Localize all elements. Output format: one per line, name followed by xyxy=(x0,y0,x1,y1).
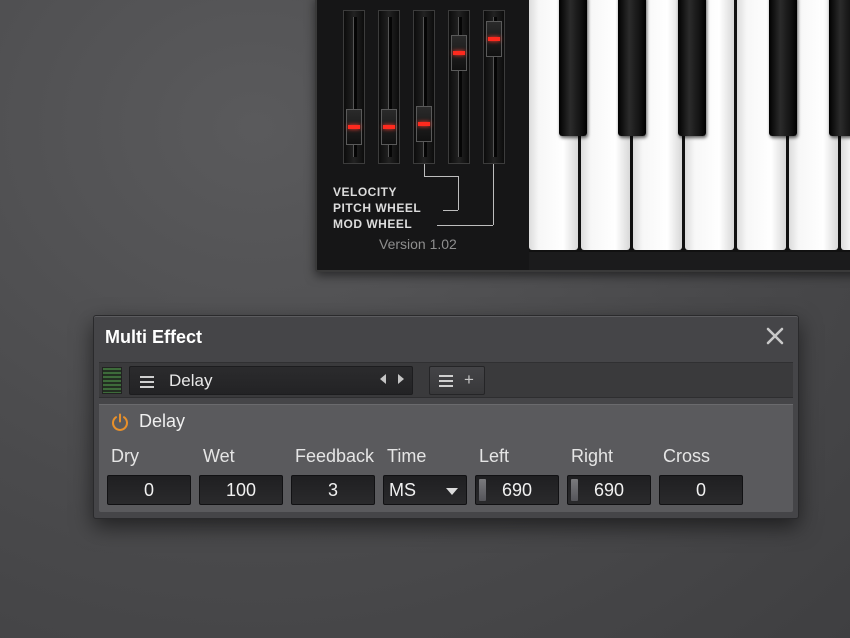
version-label: Version 1.02 xyxy=(379,236,457,252)
hamburger-icon[interactable] xyxy=(140,376,154,388)
window-title: Multi Effect xyxy=(105,327,202,347)
slider-3[interactable] xyxy=(413,10,435,164)
mod-wheel-label: MOD WHEEL xyxy=(333,217,413,231)
black-key-1[interactable] xyxy=(559,0,587,136)
slider-pitch-wheel[interactable] xyxy=(483,10,505,164)
time-label: Time xyxy=(387,446,427,466)
level-meter xyxy=(102,367,122,394)
close-icon[interactable] xyxy=(762,322,788,350)
time-unit-select[interactable]: MS xyxy=(383,475,467,505)
wire-velocity-h xyxy=(424,176,458,177)
black-key-2[interactable] xyxy=(618,0,646,136)
slider-pitch-wheel-handle[interactable] xyxy=(486,21,502,57)
right-label: Right xyxy=(571,446,614,466)
wet-field[interactable]: 100 xyxy=(199,475,283,505)
device-name: Delay xyxy=(139,411,186,431)
black-key-3[interactable] xyxy=(678,0,706,136)
wire-velocity-v xyxy=(458,176,459,210)
arrow-left-icon[interactable] xyxy=(374,372,392,390)
wire-velocity-end xyxy=(443,210,458,211)
piano-keyboard xyxy=(529,0,850,252)
slider-velocity-handle[interactable] xyxy=(451,35,467,71)
arrow-right-icon[interactable] xyxy=(392,372,410,390)
slider-bank: VELOCITY PITCH WHEEL MOD WHEEL Version 1… xyxy=(317,0,529,270)
left-label: Left xyxy=(479,446,510,466)
plus-icon: + xyxy=(464,370,474,389)
preset-bar: Delay + xyxy=(99,362,793,398)
delay-device: Delay Dry Wet Feedback Time Left Right C… xyxy=(99,404,793,512)
feedback-field[interactable]: 3 xyxy=(291,475,375,505)
slider-1[interactable] xyxy=(343,10,365,164)
black-key-4[interactable] xyxy=(769,0,797,136)
synth-panel: VELOCITY PITCH WHEEL MOD WHEEL Version 1… xyxy=(315,0,850,272)
wire-pitch-end xyxy=(437,225,493,226)
multi-effect-window: Multi Effect Delay + Delay Dry Wet Feedb… xyxy=(93,315,799,519)
slider-1-handle[interactable] xyxy=(346,109,362,145)
pitch-wheel-label: PITCH WHEEL xyxy=(333,201,422,215)
list-icon xyxy=(439,375,453,387)
preset-selector[interactable]: Delay xyxy=(129,366,413,395)
power-icon[interactable] xyxy=(110,412,130,432)
wet-label: Wet xyxy=(203,446,235,466)
velocity-label: VELOCITY xyxy=(333,185,398,199)
black-key-5[interactable] xyxy=(829,0,850,136)
right-time-field[interactable]: 690 xyxy=(567,475,651,505)
dry-field[interactable]: 0 xyxy=(107,475,191,505)
wire-velocity xyxy=(424,164,425,176)
slider-2[interactable] xyxy=(378,10,400,164)
wire-pitch xyxy=(493,164,494,225)
left-time-field[interactable]: 690 xyxy=(475,475,559,505)
cross-label: Cross xyxy=(663,446,711,466)
preset-name: Delay xyxy=(169,371,213,390)
cross-field[interactable]: 0 xyxy=(659,475,743,505)
slider-2-handle[interactable] xyxy=(381,109,397,145)
time-unit-value: MS xyxy=(389,480,416,500)
add-device-button[interactable]: + xyxy=(429,366,485,395)
chevron-down-icon xyxy=(446,488,458,495)
slider-velocity[interactable] xyxy=(448,10,470,164)
dry-label: Dry xyxy=(111,446,139,466)
slider-3-handle[interactable] xyxy=(416,106,432,142)
feedback-label: Feedback xyxy=(295,446,375,466)
